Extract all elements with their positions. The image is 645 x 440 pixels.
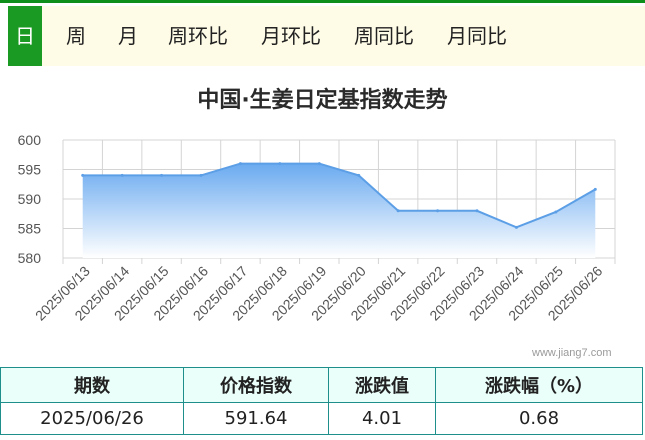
data-point: [81, 173, 85, 177]
header-period: 期数: [0, 367, 184, 403]
period-tab-bar: 日 周 月 周环比 月环比 周同比 月同比: [8, 6, 645, 66]
data-point: [199, 173, 203, 177]
watermark: www.jiang7.com: [532, 347, 612, 359]
data-point: [238, 162, 242, 166]
data-point: [593, 187, 597, 191]
data-point: [436, 209, 440, 213]
tab-month-year-on-year[interactable]: 月同比: [447, 6, 507, 66]
cell-change-percent: 0.68: [435, 402, 643, 435]
series-area: [82, 163, 596, 258]
data-point: [554, 210, 558, 214]
data-point: [396, 209, 400, 213]
data-point: [475, 209, 479, 213]
cell-period: 2025/06/26: [0, 402, 184, 435]
y-tick-label: 585: [18, 221, 42, 237]
table-header-row: 期数 价格指数 涨跌值 涨跌幅（%）: [0, 367, 643, 403]
tab-month[interactable]: 月: [118, 6, 138, 66]
data-point: [317, 162, 321, 166]
y-tick-label: 580: [18, 250, 42, 266]
header-price-index: 价格指数: [183, 367, 329, 403]
tab-month-on-month[interactable]: 月环比: [261, 6, 321, 66]
data-point: [278, 162, 282, 166]
y-tick-label: 590: [18, 191, 42, 207]
data-point: [160, 173, 164, 177]
tab-week-year-on-year[interactable]: 周同比: [354, 6, 414, 66]
cell-change-value: 4.01: [328, 402, 436, 435]
y-tick-label: 600: [18, 132, 42, 148]
data-point: [120, 173, 124, 177]
data-point: [357, 173, 361, 177]
chart-title: 中国·生姜日定基指数走势: [197, 88, 448, 113]
header-change-value: 涨跌值: [328, 367, 436, 403]
table-row: 2025/06/26 591.64 4.01 0.68: [0, 402, 643, 435]
index-trend-chart: 5805855905956002025/06/132025/06/142025/…: [18, 132, 616, 324]
y-tick-label: 595: [18, 162, 42, 178]
header-change-percent: 涨跌幅（%）: [435, 367, 643, 403]
tab-week-on-week[interactable]: 周环比: [168, 6, 228, 66]
tab-week[interactable]: 周: [66, 6, 86, 66]
cell-price-index: 591.64: [183, 402, 329, 435]
top-accent-line: [0, 0, 645, 3]
tab-day[interactable]: 日: [8, 6, 42, 66]
data-point: [514, 225, 518, 229]
index-summary-table: 期数 价格指数 涨跌值 涨跌幅（%） 2025/06/26 591.64 4.0…: [0, 367, 643, 435]
